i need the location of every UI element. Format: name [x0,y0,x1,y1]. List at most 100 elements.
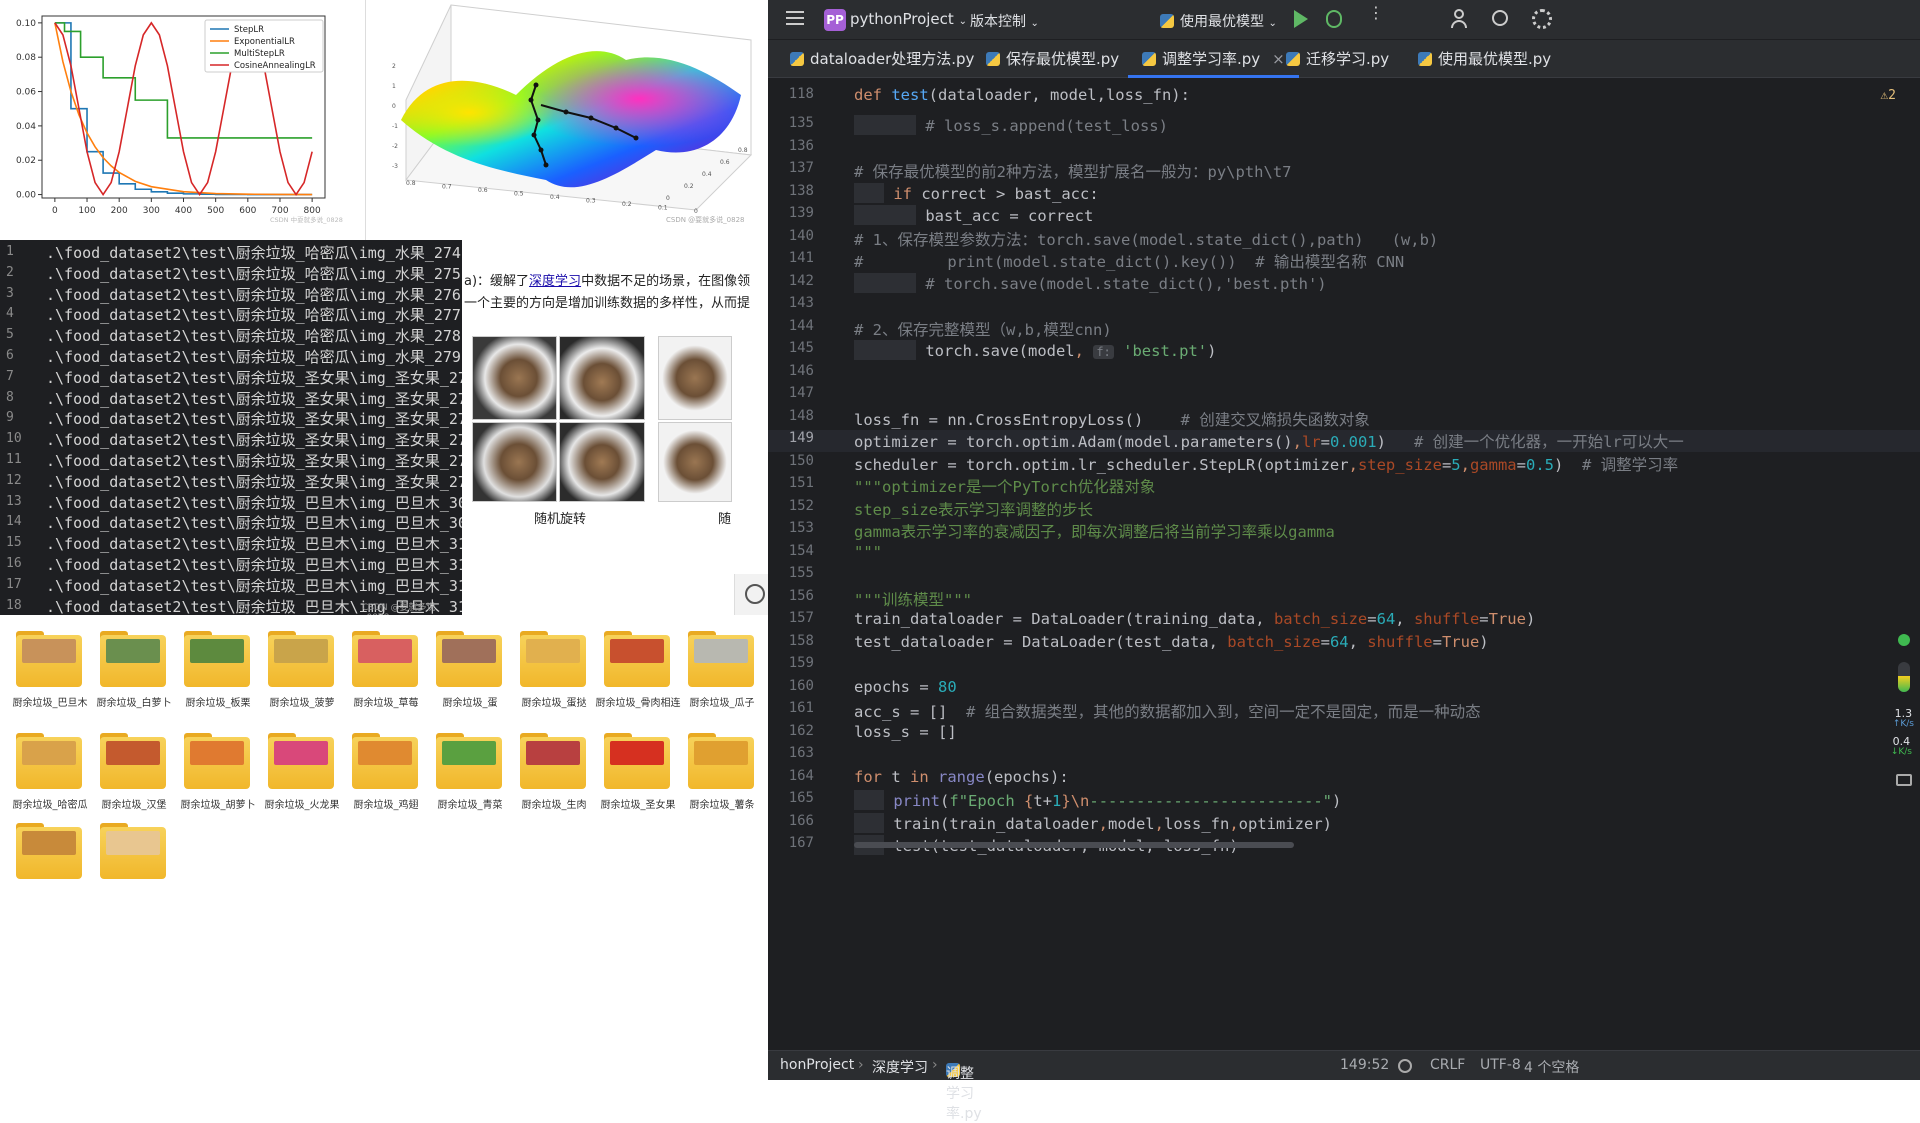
code-line: 150 scheduler = torch.optim.lr_scheduler.… [788,453,1679,474]
python-icon [790,52,804,66]
line-number: 11 [6,452,22,467]
ide-title-bar: PP pythonProject ⌄ 版本控制 ⌄ 使用最优模型 ⌄ ⋮ [768,0,1920,40]
tab-transfer-learning[interactable]: 迁移学习.py [1286,40,1389,78]
code-line: 161 acc_s = [] # 组合数据类型，其他的数据都加入到，空间一定不是固… [788,700,1481,721]
x-tick-label: 300 [143,206,160,216]
x-tick-label: 0 [52,206,58,216]
folder-item[interactable]: 厨余垃圾_鸡翅 [348,731,424,831]
folder-item[interactable]: 厨余垃圾_白萝卜 [96,629,172,729]
run-icon[interactable] [1294,10,1308,28]
line-number: 18 [6,597,22,613]
tab-label: 迁移学习.py [1306,50,1390,68]
line-number: 17 [6,576,22,592]
surface-tick-z: -1 [392,123,398,130]
code-line: 166 train(train_dataloader,model,loss_fn… [788,813,1332,833]
y-tick-label: 0.00 [16,191,36,201]
code-line: 164 for t in range(epochs): [788,768,1069,786]
vcs-menu[interactable]: 版本控制 ⌄ [970,11,1039,31]
folder-item[interactable]: 厨余垃圾_草莓 [348,629,424,729]
code-line: 137 # 保存最优模型的前2种方法，模型扩展名一般为：py\pth\t7 [788,160,1292,181]
editor-tabs: dataloader处理方法.py 保存最优模型.py 调整学习率.py × 迁移… [768,40,1920,78]
folder-item[interactable]: 厨余垃圾_青菜 [432,731,508,831]
folder-item[interactable]: 厨余垃圾_板栗 [180,629,256,729]
gear-icon[interactable] [1532,9,1552,29]
surface-tick-x: 0.2 [622,201,632,208]
line-number: 1 [6,244,14,259]
tab-label: 保存最优模型.py [1006,50,1120,68]
folder-item[interactable]: 厨余垃圾_巴旦木 [12,629,88,729]
folder-thumbnail [22,639,76,663]
run-config-selector[interactable]: 使用最优模型 ⌄ [1160,11,1277,31]
y-tick-label: 0.02 [16,156,36,166]
code-line: 154 """ [788,543,882,561]
code-line: 141 # print(model.state_dict().key()) # 输… [788,250,1405,271]
file-list-line: .\food_dataset2\test\厨余垃圾_巴旦木\img_巴旦木_30… [46,514,462,533]
cat-image [472,336,557,420]
folder-thumbnail [274,741,328,765]
folder-item[interactable]: 厨余垃圾_火龙果 [264,731,340,831]
tab-dataloader[interactable]: dataloader处理方法.py [790,40,974,78]
tab-adjust-lr[interactable]: 调整学习率.py × [1128,40,1299,78]
sync-icon[interactable] [745,584,765,604]
breadcrumb-project[interactable]: honProject [780,1057,854,1073]
python-icon [1418,52,1432,66]
line-number: 3 [6,285,14,301]
horizontal-scrollbar[interactable] [854,842,1294,848]
file-list-line: .\food_dataset2\test\厨余垃圾_巴旦木\img_巴旦木_30… [46,493,462,512]
folder-name: 厨余垃圾_骨肉相连 [595,698,681,709]
line-number: 15 [6,535,22,551]
folder-item[interactable]: 厨余垃圾_生肉 [516,731,592,831]
net-down-unit: K/s [1898,747,1912,757]
inspection-icon[interactable] [1398,1059,1412,1073]
menu-icon[interactable] [786,11,804,13]
line-separator[interactable]: CRLF [1430,1057,1465,1073]
fig-caption-2: 随 [718,512,732,527]
deep-learning-link[interactable]: 深度学习 [529,274,581,289]
folder-item[interactable]: 厨余垃圾_汉堡 [96,731,172,831]
chart-watermark: CSDN 中耍就多说_0828 [270,215,343,224]
folder-item[interactable]: 厨余垃圾_瓜子 [684,629,760,729]
more-icon[interactable]: ⋮ [1368,5,1384,21]
file-encoding[interactable]: UTF-8 [1480,1057,1521,1073]
project-selector[interactable]: pythonProject ⌄ [850,10,967,28]
folder-item[interactable]: 厨余垃圾_胡萝卜 [180,731,256,831]
folder-item[interactable]: 厨余垃圾_蛋挞 [516,629,592,729]
folder-item[interactable]: 厨余垃圾_薯条 [684,731,760,831]
folder-name: 厨余垃圾_哈密瓜 [12,800,88,811]
net-down-value: 0.4 [1892,735,1911,748]
folder-item[interactable] [12,821,88,921]
search-icon[interactable] [1492,10,1508,26]
tab-save-best-model[interactable]: 保存最优模型.py [986,40,1119,78]
python-icon [1160,14,1174,28]
code-line: 148 loss_fn = nn.CrossEntropyLoss() # 创建交… [788,408,1370,429]
folder-item[interactable]: 厨余垃圾_蛋 [432,629,508,729]
net-download: 0.4 ↓K/s [1891,736,1912,758]
tab-use-best-model[interactable]: 使用最优模型.py [1418,40,1551,78]
chevron-down-icon: ⌄ [1030,18,1039,29]
folder-item[interactable] [96,821,172,921]
folder-name: 厨余垃圾_白萝卜 [96,698,172,709]
folder-thumbnail [274,639,328,663]
folder-item[interactable]: 厨余垃圾_圣女果 [600,731,676,831]
cursor-position[interactable]: 149:52 [1340,1057,1389,1073]
surface-tick-x: 0.6 [478,187,488,194]
indent-setting[interactable]: 4 个空格 [1524,1057,1579,1077]
code-editor[interactable]: 118 def test(dataloader, model,loss_fn): … [768,86,1920,1030]
x-tick-label: 100 [78,206,95,216]
folder-item[interactable]: 厨余垃圾_骨肉相连 [596,629,681,729]
code-line: 152 step_size表示学习率调整的步长 [788,498,1093,519]
close-icon[interactable]: × [1272,50,1285,68]
surface-tick-z: 2 [392,63,396,70]
cat-image [559,422,645,502]
breadcrumb-folder[interactable]: 深度学习 [872,1057,928,1077]
folder-thumbnail [106,639,160,663]
code-line: 151 """optimizer是一个PyTorch优化器对象 [788,475,1156,496]
folder-item[interactable]: 厨余垃圾_菠萝 [264,629,340,729]
line-number: 10 [6,431,22,447]
debug-icon[interactable] [1326,10,1342,28]
folder-item[interactable]: 厨余垃圾_哈密瓜 [12,731,88,831]
warning-indicator[interactable]: ⚠2 [1880,88,1896,103]
camera-icon[interactable] [1896,774,1912,786]
folder-thumbnail [610,639,664,663]
add-user-icon[interactable] [1451,9,1471,29]
